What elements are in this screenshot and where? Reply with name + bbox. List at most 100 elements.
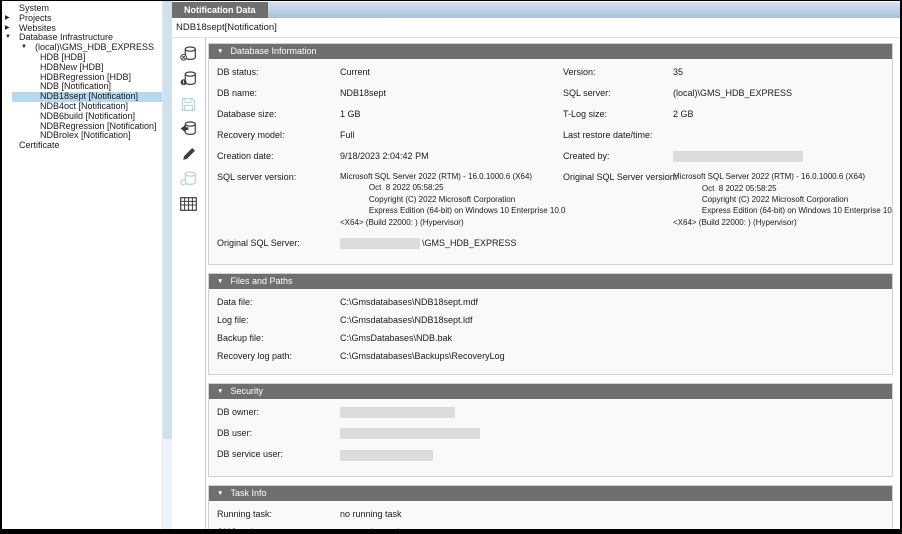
field-label: T-Log size: (563, 108, 673, 120)
field-recovery-model: Recovery model:Full (217, 129, 563, 141)
field-value: (local)\GMS_HDB_EXPRESS (673, 87, 792, 99)
tab-strip: Notification Data (172, 1, 900, 18)
field-backup-file: Backup file:C:\GmsDatabases\NDB.bak (217, 332, 884, 344)
section-title: Files and Paths (230, 274, 292, 289)
field-version: Version:35 (563, 66, 884, 78)
section-security: ▼ Security DB owner: DB user: DB service u… (208, 383, 893, 476)
navigation-tree: System▶Projects▶Websites▼Database Infras… (2, 1, 162, 529)
field-label: Database size: (217, 108, 340, 120)
field-db-user: DB user: (217, 427, 884, 439)
section-header-database-information[interactable]: ▼ Database Information (209, 44, 892, 59)
chevron-down-icon[interactable]: ▼ (5, 33, 19, 43)
field-running-task: Running task:no running task (217, 508, 884, 520)
collapse-triangle-icon: ▼ (217, 44, 223, 59)
table-view-button[interactable] (179, 198, 199, 215)
field-label: Created by: (563, 150, 673, 162)
panel-body: ▼ Database Information DB status:Current… (172, 38, 900, 529)
field-creation-date: Creation date:9/18/2023 2:04:42 PM (217, 150, 563, 162)
field-label: Version: (563, 66, 673, 78)
section-database-information: ▼ Database Information DB status:Current… (208, 43, 893, 265)
chevron-down-icon[interactable]: ▼ (21, 43, 35, 53)
database-information-body: DB status:CurrentDB name:NDB18septDataba… (209, 59, 892, 264)
section-header-task-info[interactable]: ▼ Task Info (209, 486, 892, 501)
field-value: NDB18sept (340, 87, 386, 99)
smc-window: System▶Projects▶Websites▼Database Infras… (0, 0, 902, 534)
field-value (340, 448, 435, 460)
field-created-by: Created by: (563, 150, 884, 162)
field-label: Data file: (217, 296, 340, 308)
field-label: Log file: (217, 314, 340, 326)
field-label: SQL server version: (217, 171, 340, 183)
field-db-status: DB status:Current (217, 66, 563, 78)
tab-notification-data[interactable]: Notification Data (172, 2, 268, 18)
section-header-security[interactable]: ▼ Security (209, 384, 892, 399)
table-view-icon (180, 197, 197, 216)
delete-database-icon (180, 46, 197, 67)
edit-button[interactable] (179, 148, 199, 165)
edit-icon (182, 147, 196, 166)
field-log-file: Log file:C:\Gmsdatabases\NDB18sept.ldf (217, 314, 884, 326)
section-header-files-and-paths[interactable]: ▼ Files and Paths (209, 274, 892, 289)
delete-database-button[interactable] (179, 48, 199, 65)
chevron-right-icon[interactable]: ▶ (5, 24, 19, 34)
field-value: no running task (340, 508, 402, 520)
field-label: Recovery log path: (217, 350, 340, 362)
field-label: Original SQL Server: (217, 237, 340, 249)
field-value: C:\Gmsdatabases\Backups\RecoveryLog (340, 350, 505, 362)
field-value (673, 150, 805, 162)
tree-item-certificate[interactable]: Certificate (2, 141, 162, 151)
database-check-button[interactable] (179, 73, 199, 90)
redacted-value-box (340, 238, 420, 249)
collapse-triangle-icon: ▼ (217, 486, 223, 501)
database-check-icon (180, 71, 197, 92)
save-button[interactable] (179, 98, 199, 115)
field-label: Last restore date/time: (563, 129, 673, 141)
field-label: Creation date: (217, 150, 340, 162)
field-value (340, 427, 482, 439)
security-body: DB owner: DB user: DB service user: (209, 399, 892, 475)
field-label: SMC task: (217, 526, 340, 529)
field-value: C:\Gmsdatabases\NDB18sept.ldf (340, 314, 473, 326)
field-value: \GMS_HDB_EXPRESS (340, 237, 517, 249)
field-value: Microsoft SQL Server 2022 (RTM) - 16.0.1… (673, 171, 893, 228)
redacted-value-box (340, 407, 455, 418)
field-label: Recovery model: (217, 129, 340, 141)
toolbar (172, 38, 206, 529)
chevron-right-icon[interactable]: ▶ (5, 14, 19, 24)
collapse-triangle-icon: ▼ (217, 384, 223, 399)
field-smc-task: SMC task:no running task (217, 526, 884, 529)
field-data-file: Data file:C:\Gmsdatabases\NDB18sept.mdf (217, 296, 884, 308)
field-label: DB name: (217, 87, 340, 99)
field-db-owner: DB owner: (217, 406, 884, 418)
field-value: Full (340, 129, 355, 141)
sidebar-scrollbar[interactable] (162, 1, 172, 529)
redacted-value-box (673, 151, 803, 162)
section-title: Security (230, 384, 263, 399)
field-value: 9/18/2023 2:04:42 PM (340, 150, 429, 162)
link-database-button[interactable] (179, 173, 199, 190)
content-area: ▼ Database Information DB status:Current… (206, 38, 900, 529)
field-value: no running task (340, 526, 402, 529)
main-panel: Notification Data NDB18sept[Notification… (172, 1, 900, 529)
restore-database-icon (180, 121, 197, 142)
field-value: Current (340, 66, 370, 78)
field-database-size: Database size:1 GB (217, 108, 563, 120)
page-title: NDB18sept[Notification] (172, 18, 900, 38)
field-sql-server-version: SQL server version:Microsoft SQL Server … (217, 171, 563, 228)
field-label: SQL server: (563, 87, 673, 99)
field-original-sql-server-version: Original SQL Server version:Microsoft SQ… (563, 171, 884, 228)
field-label: DB user: (217, 427, 340, 439)
field-t-log-size: T-Log size:2 GB (563, 108, 884, 120)
save-icon (181, 97, 196, 117)
field-value: 35 (673, 66, 683, 78)
field-label: DB owner: (217, 406, 340, 418)
section-title: Database Information (230, 44, 316, 59)
tree-item-label: Certificate (19, 141, 60, 151)
restore-database-button[interactable] (179, 123, 199, 140)
field-value: C:\Gmsdatabases\NDB18sept.mdf (340, 296, 478, 308)
scrollbar-thumb[interactable] (163, 1, 172, 439)
field-value: C:\GmsDatabases\NDB.bak (340, 332, 452, 344)
field-label: DB service user: (217, 448, 340, 460)
section-title: Task Info (230, 486, 266, 501)
field-value: 1 GB (340, 108, 361, 120)
